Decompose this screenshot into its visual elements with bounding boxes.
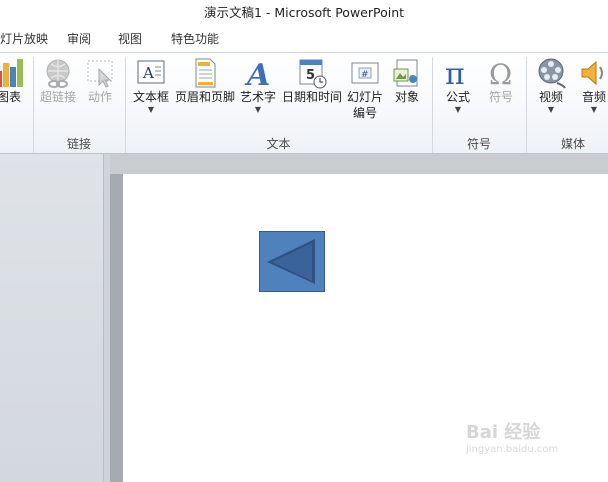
audio-button[interactable]: 音频 ▼ (576, 57, 608, 133)
tab-view[interactable]: 视图 (118, 26, 142, 52)
wordart-label: 艺术字 (239, 90, 276, 104)
svg-text:Ω: Ω (489, 58, 512, 89)
chart-button[interactable]: 图表 (0, 57, 24, 133)
equation-button[interactable]: π 公式 ▼ (437, 57, 479, 133)
hyperlink-label: 超链接 (39, 90, 76, 104)
datetime-button[interactable]: 5 日期和时间 (279, 57, 345, 133)
wordart-icon: A (244, 58, 270, 89)
svg-text:A: A (142, 64, 154, 82)
svg-text:π: π (445, 57, 465, 89)
action-cursor-icon (87, 60, 113, 88)
textbox-button[interactable]: A 文本框 ▼ (129, 57, 173, 133)
group-links-label: 链接 (66, 137, 91, 151)
chevron-down-icon[interactable]: ▼ (437, 105, 479, 115)
chevron-down-icon[interactable]: ▼ (238, 105, 278, 115)
film-reel-icon (538, 58, 566, 89)
header-footer-icon (195, 58, 216, 88)
svg-text:A: A (244, 58, 270, 89)
hyperlink-button[interactable]: 超链接 (37, 57, 79, 133)
symbol-button[interactable]: Ω 符号 (480, 57, 522, 133)
audio-label: 音频 (581, 90, 606, 104)
tab-review[interactable]: 审阅 (67, 26, 91, 52)
ribbon: 图表 超链接 动作 链接 A 文本框 ▼ 页眉和页脚 A 艺术字 ▼ 5 日期和… (0, 52, 608, 154)
chart-label: 图表 (0, 90, 21, 104)
symbol-label: 符号 (488, 90, 513, 104)
slide-number-icon: # (351, 62, 379, 84)
wordart-button[interactable]: A 艺术字 ▼ (238, 57, 278, 133)
chevron-down-icon[interactable]: ▼ (532, 105, 570, 115)
equation-label: 公式 (445, 90, 470, 104)
back-action-button-shape[interactable] (259, 231, 325, 292)
video-label: 视频 (538, 90, 563, 104)
slide-number-label-2: 编号 (352, 106, 377, 120)
action-label: 动作 (87, 90, 112, 104)
globe-link-icon (46, 59, 70, 88)
tab-slideshow[interactable]: 灯片放映 (0, 26, 48, 52)
header-footer-label: 页眉和页脚 (174, 90, 235, 104)
slide-canvas-margin (110, 154, 608, 174)
group-symbols-label: 符号 (466, 137, 491, 151)
pane-splitter[interactable] (104, 154, 110, 482)
chevron-down-icon[interactable]: ▼ (576, 105, 608, 115)
textbox-label: 文本框 (132, 90, 169, 104)
slide-thumbnails-pane[interactable] (0, 154, 104, 482)
chevron-down-icon[interactable]: ▼ (129, 105, 173, 115)
slide-number-label-1: 幻灯片 (346, 90, 383, 104)
speaker-icon (581, 60, 603, 86)
action-button[interactable]: 动作 (82, 57, 118, 133)
watermark-sub: jingyan.baidu.com (466, 444, 559, 455)
pi-icon: π (445, 57, 465, 89)
textbox-icon: A (137, 60, 165, 84)
watermark: Bai 经验 jingyan.baidu.com (466, 418, 606, 478)
header-footer-button[interactable]: 页眉和页脚 (173, 57, 237, 133)
watermark-text: Bai 经验 (466, 422, 541, 443)
tab-special-features[interactable]: 特色功能 (171, 26, 219, 52)
video-button[interactable]: 视频 ▼ (532, 57, 570, 133)
object-button[interactable]: 对象 (389, 57, 425, 133)
calendar-clock-icon: 5 (299, 59, 327, 89)
ribbon-tabs: 灯片放映 审阅 视图 特色功能 (0, 26, 608, 52)
omega-icon: Ω (489, 58, 512, 89)
object-icon (393, 59, 418, 87)
datetime-label: 日期和时间 (281, 90, 342, 104)
window-title: 演示文稿1 - Microsoft PowerPoint (203, 5, 405, 20)
svg-text:#: # (361, 70, 369, 80)
title-bar: 演示文稿1 - Microsoft PowerPoint (0, 0, 608, 26)
object-label: 对象 (394, 90, 419, 104)
group-media-label: 媒体 (560, 137, 585, 151)
slide-number-button[interactable]: # 幻灯片 编号 (345, 57, 385, 133)
group-text-label: 文本 (266, 137, 291, 151)
bar-chart-icon (0, 59, 23, 87)
